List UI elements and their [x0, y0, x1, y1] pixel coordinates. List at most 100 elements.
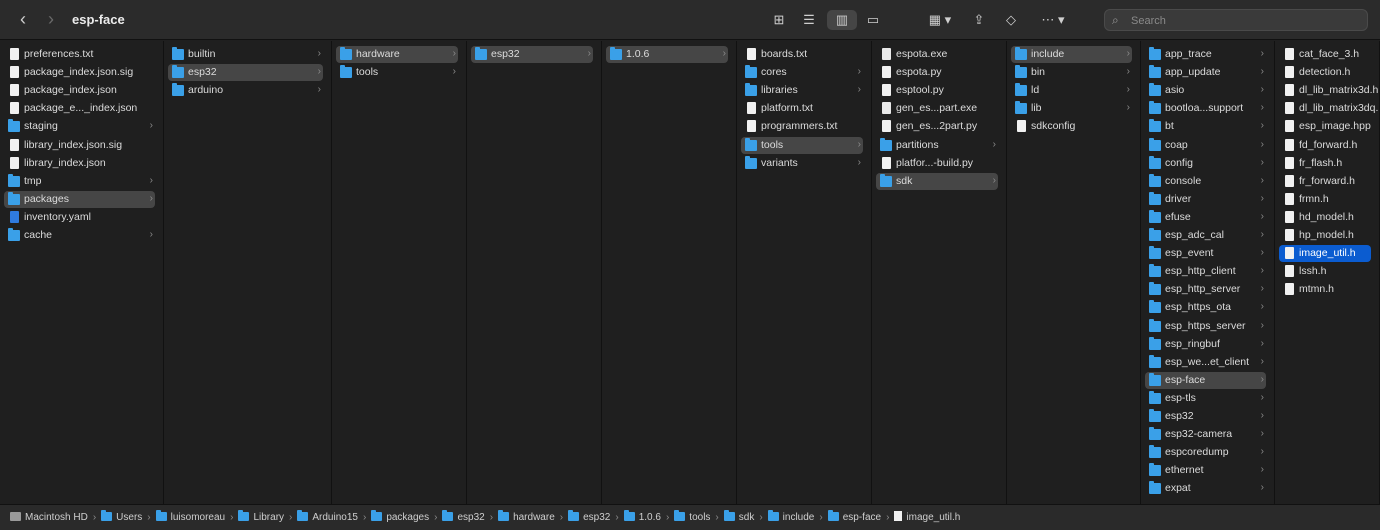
file-item[interactable]: fd_forward.h — [1279, 137, 1371, 154]
folder-item[interactable]: driver › — [1145, 191, 1266, 208]
file-item[interactable]: programmers.txt — [741, 118, 863, 135]
breadcrumb-item[interactable]: Macintosh HD › — [10, 512, 101, 523]
breadcrumb-item[interactable]: esp-face › — [827, 510, 895, 523]
breadcrumb-item[interactable]: 1.0.6 › — [623, 510, 675, 523]
file-item[interactable]: package_e..._index.json — [4, 100, 155, 117]
folder-item[interactable]: console › — [1145, 173, 1266, 190]
folder-item[interactable]: esp32 › — [1145, 408, 1266, 425]
folder-item[interactable]: esp_ringbuf › — [1145, 336, 1266, 353]
file-item[interactable]: hp_model.h — [1279, 227, 1371, 244]
folder-item[interactable]: ld › — [1011, 82, 1132, 99]
folder-item[interactable]: libraries › — [741, 82, 863, 99]
breadcrumb-item[interactable]: Arduino15 › — [297, 510, 371, 523]
file-item[interactable]: library_index.json — [4, 155, 155, 172]
breadcrumb-item[interactable]: image_util.h — [894, 511, 960, 523]
file-item[interactable]: package_index.json.sig — [4, 64, 155, 81]
breadcrumb-item[interactable]: packages › — [371, 510, 442, 523]
file-item[interactable]: image_util.h — [1279, 245, 1371, 263]
folder-item[interactable]: expat › — [1145, 480, 1266, 497]
breadcrumb-item[interactable]: hardware › — [498, 510, 568, 523]
forward-button[interactable]: › — [42, 10, 60, 30]
folder-item[interactable]: tools › — [336, 64, 458, 81]
group-menu-icon[interactable]: ▦ ▾ — [922, 10, 958, 30]
file-item[interactable]: mtmn.h — [1279, 281, 1371, 298]
breadcrumb-item[interactable]: Library › — [238, 510, 297, 523]
folder-item[interactable]: esp32 › — [471, 46, 593, 63]
breadcrumb-item[interactable]: esp32 › — [442, 510, 498, 523]
file-item[interactable]: frmn.h — [1279, 191, 1371, 208]
list-view-icon[interactable]: ☰ — [800, 10, 818, 30]
folder-item[interactable]: app_trace › — [1145, 46, 1266, 63]
folder-item[interactable]: config › — [1145, 155, 1266, 172]
file-item[interactable]: hd_model.h — [1279, 209, 1371, 226]
folder-item[interactable]: staging › — [4, 118, 155, 135]
folder-item[interactable]: esp_http_client › — [1145, 263, 1266, 280]
file-item[interactable]: library_index.json.sig — [4, 137, 155, 154]
folder-item[interactable]: arduino › — [168, 82, 323, 99]
folder-item[interactable]: esp_https_ota › — [1145, 299, 1266, 316]
folder-item[interactable]: esp32-camera › — [1145, 426, 1266, 443]
file-item[interactable]: boards.txt — [741, 46, 863, 63]
breadcrumb-item[interactable]: sdk › — [723, 510, 768, 523]
file-item[interactable]: lssh.h — [1279, 263, 1371, 280]
folder-item[interactable]: tools › — [741, 136, 863, 154]
folder-item[interactable]: coap › — [1145, 137, 1266, 154]
file-item[interactable]: platform.txt — [741, 100, 863, 117]
folder-item[interactable]: esp_event › — [1145, 245, 1266, 262]
file-item[interactable]: espota.py — [876, 64, 998, 81]
back-button[interactable]: ‹ — [14, 10, 32, 30]
file-item[interactable]: gen_es...2part.py — [876, 118, 998, 135]
tag-icon[interactable]: ◇ — [1002, 10, 1020, 30]
folder-item[interactable]: partitions › — [876, 137, 998, 154]
folder-item[interactable]: 1.0.6 › — [606, 46, 728, 63]
folder-item[interactable]: esp32 › — [168, 64, 323, 82]
folder-item[interactable]: app_update › — [1145, 64, 1266, 81]
file-item[interactable]: cat_face_3.h — [1279, 46, 1371, 63]
file-item[interactable]: esp_image.hpp — [1279, 118, 1371, 135]
folder-item[interactable]: esp-tls › — [1145, 390, 1266, 407]
icon-view-icon[interactable]: ⊞ — [770, 10, 788, 30]
file-item[interactable]: platfor...-build.py — [876, 155, 998, 172]
file-item[interactable]: dl_lib_matrix3d.h — [1279, 82, 1378, 99]
file-item[interactable]: esptool.py — [876, 82, 998, 99]
folder-item[interactable]: variants › — [741, 155, 863, 172]
file-item[interactable]: espota.exe — [876, 46, 998, 63]
file-item[interactable]: inventory.yaml — [4, 209, 155, 226]
folder-item[interactable]: lib › — [1011, 100, 1132, 117]
search-input[interactable] — [1129, 12, 1363, 30]
breadcrumb-item[interactable]: Users › — [101, 510, 155, 523]
folder-item[interactable]: cores › — [741, 64, 863, 81]
file-item[interactable]: preferences.txt — [4, 46, 155, 63]
folder-item[interactable]: espcoredump › — [1145, 444, 1266, 461]
file-item[interactable]: dl_lib_matrix3dq.h — [1279, 100, 1379, 117]
file-item[interactable]: package_index.json — [4, 82, 155, 99]
share-icon[interactable]: ⇪ — [970, 10, 988, 30]
folder-item[interactable]: asio › — [1145, 82, 1266, 99]
folder-item[interactable]: include › — [1011, 46, 1132, 63]
breadcrumb-item[interactable]: luisomoreau › — [155, 510, 239, 523]
folder-item[interactable]: esp_adc_cal › — [1145, 227, 1266, 244]
file-item[interactable]: fr_flash.h — [1279, 155, 1371, 172]
folder-item[interactable]: esp_we...et_client › — [1145, 354, 1266, 371]
breadcrumb-item[interactable]: include › — [767, 510, 828, 523]
more-actions-icon[interactable]: ⋯ ▾ — [1036, 10, 1070, 30]
folder-item[interactable]: packages › — [4, 190, 155, 208]
folder-item[interactable]: efuse › — [1145, 209, 1266, 226]
folder-item[interactable]: esp-face › — [1145, 371, 1266, 389]
file-item[interactable]: gen_es...part.exe — [876, 100, 998, 117]
folder-item[interactable]: esp_http_server › — [1145, 281, 1266, 298]
folder-item[interactable]: bin › — [1011, 64, 1132, 81]
file-item[interactable]: fr_forward.h — [1279, 173, 1371, 190]
folder-item[interactable]: cache › — [4, 227, 155, 244]
folder-item[interactable]: tmp › — [4, 173, 155, 190]
folder-item[interactable]: bt › — [1145, 118, 1266, 135]
breadcrumb-item[interactable]: tools › — [674, 510, 723, 523]
search-field[interactable]: ⌕ — [1104, 9, 1368, 31]
folder-item[interactable]: sdk › — [876, 172, 998, 190]
folder-item[interactable]: builtin › — [168, 46, 323, 63]
folder-item[interactable]: hardware › — [336, 46, 458, 63]
folder-item[interactable]: ethernet › — [1145, 462, 1266, 479]
breadcrumb-item[interactable]: esp32 › — [568, 510, 624, 523]
file-item[interactable]: detection.h — [1279, 64, 1371, 81]
file-item[interactable]: sdkconfig — [1011, 118, 1132, 135]
